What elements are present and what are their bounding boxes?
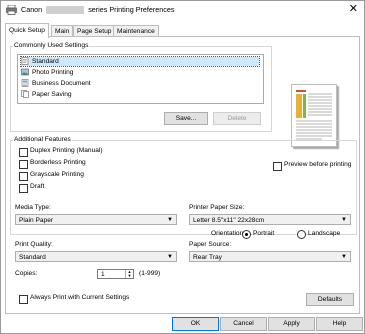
copies-value: 1 <box>101 271 105 278</box>
borderless-printing-label: Borderless Printing <box>30 159 86 166</box>
media-type-value: Plain Paper <box>19 217 54 224</box>
standard-icon <box>21 57 29 66</box>
list-item-business-document[interactable]: Business Document <box>21 79 91 88</box>
quick-setup-panel: Commonly Used Settings Standard Photo Pr… <box>5 36 360 314</box>
copies-label: Copies: <box>15 270 38 277</box>
portrait-label: Portrait <box>253 230 275 237</box>
list-item-paper-saving[interactable]: Paper Saving <box>21 90 72 99</box>
list-item-standard[interactable]: Standard <box>20 56 260 67</box>
page-preview <box>291 84 337 147</box>
copies-stepper[interactable]: 1 ▲ ▼ <box>97 269 134 279</box>
chevron-down-icon: ▼ <box>167 217 173 223</box>
paper-source-label: Paper Source: <box>189 241 232 248</box>
chevron-down-icon: ▼ <box>341 217 347 223</box>
redacted-model-name <box>46 6 85 15</box>
commonly-used-settings-list[interactable]: Standard Photo Printing Business Documen… <box>17 54 264 104</box>
duplex-printing-label: Duplex Printing (Manual) <box>30 147 103 154</box>
window-title: Canon series Printing Preferences <box>21 5 175 15</box>
printer-paper-size-select[interactable]: Letter 8.5"x11" 22x28cm ▼ <box>189 214 351 225</box>
apply-button[interactable]: Apply <box>268 317 315 331</box>
list-item-label: Paper Saving <box>32 91 72 98</box>
title-bar: Canon series Printing Preferences ✕ <box>1 1 364 19</box>
printing-preferences-window: Canon series Printing Preferences ✕ Quic… <box>0 0 365 334</box>
cancel-button[interactable]: Cancel <box>220 317 267 331</box>
media-type-label: Media Type: <box>15 204 51 211</box>
printer-app-icon <box>6 5 17 15</box>
list-item-photo-printing[interactable]: Photo Printing <box>21 68 73 77</box>
draft-checkbox[interactable] <box>19 184 28 193</box>
defaults-button[interactable]: Defaults <box>306 293 354 306</box>
spin-down-icon[interactable]: ▼ <box>125 274 133 278</box>
paper-source-select[interactable]: Rear Tray ▼ <box>189 251 351 262</box>
always-print-checkbox[interactable] <box>19 295 28 304</box>
grayscale-printing-checkbox[interactable] <box>19 172 28 181</box>
delete-button[interactable]: Delete <box>213 112 261 125</box>
close-window-button[interactable]: ✕ <box>349 3 358 15</box>
print-quality-select[interactable]: Standard ▼ <box>15 251 177 262</box>
document-icon <box>21 79 29 88</box>
printer-paper-size-value: Letter 8.5"x11" 22x28cm <box>193 217 265 224</box>
ok-button[interactable]: OK <box>172 317 219 331</box>
chevron-down-icon: ▼ <box>341 254 347 260</box>
copies-range: (1-999) <box>139 270 161 277</box>
list-item-label: Photo Printing <box>32 69 74 76</box>
window-title-suffix: series Printing Preferences <box>88 5 175 14</box>
preview-page-image <box>296 90 332 140</box>
chevron-down-icon: ▼ <box>167 254 173 260</box>
list-item-label: Standard <box>32 58 59 65</box>
duplex-printing-checkbox[interactable] <box>19 148 28 157</box>
media-type-select[interactable]: Plain Paper ▼ <box>15 214 177 225</box>
print-quality-label: Print Quality: <box>15 241 53 248</box>
tab-quick-setup[interactable]: Quick Setup <box>5 23 49 38</box>
paper-source-value: Rear Tray <box>193 254 222 261</box>
list-item-label: Business Document <box>32 80 91 87</box>
landscape-label: Landscape <box>308 230 341 237</box>
window-title-prefix: Canon <box>21 5 43 14</box>
portrait-radio[interactable] <box>242 230 251 239</box>
commonly-used-settings-title: Commonly Used Settings <box>13 42 90 49</box>
orientation-label: Orientation: <box>211 230 246 237</box>
additional-features-title: Additional Features <box>13 136 72 143</box>
grayscale-printing-label: Grayscale Printing <box>30 171 84 178</box>
photo-icon <box>21 68 29 76</box>
help-button[interactable]: Help <box>316 317 363 331</box>
always-print-label: Always Print with Current Settings <box>30 294 130 301</box>
landscape-radio[interactable] <box>297 230 306 239</box>
draft-label: Draft <box>30 183 45 190</box>
printer-paper-size-label: Printer Paper Size: <box>189 204 245 211</box>
print-quality-value: Standard <box>19 254 46 261</box>
paper-saving-icon <box>21 90 29 99</box>
borderless-printing-checkbox[interactable] <box>19 160 28 169</box>
save-button[interactable]: Save... <box>164 112 208 125</box>
